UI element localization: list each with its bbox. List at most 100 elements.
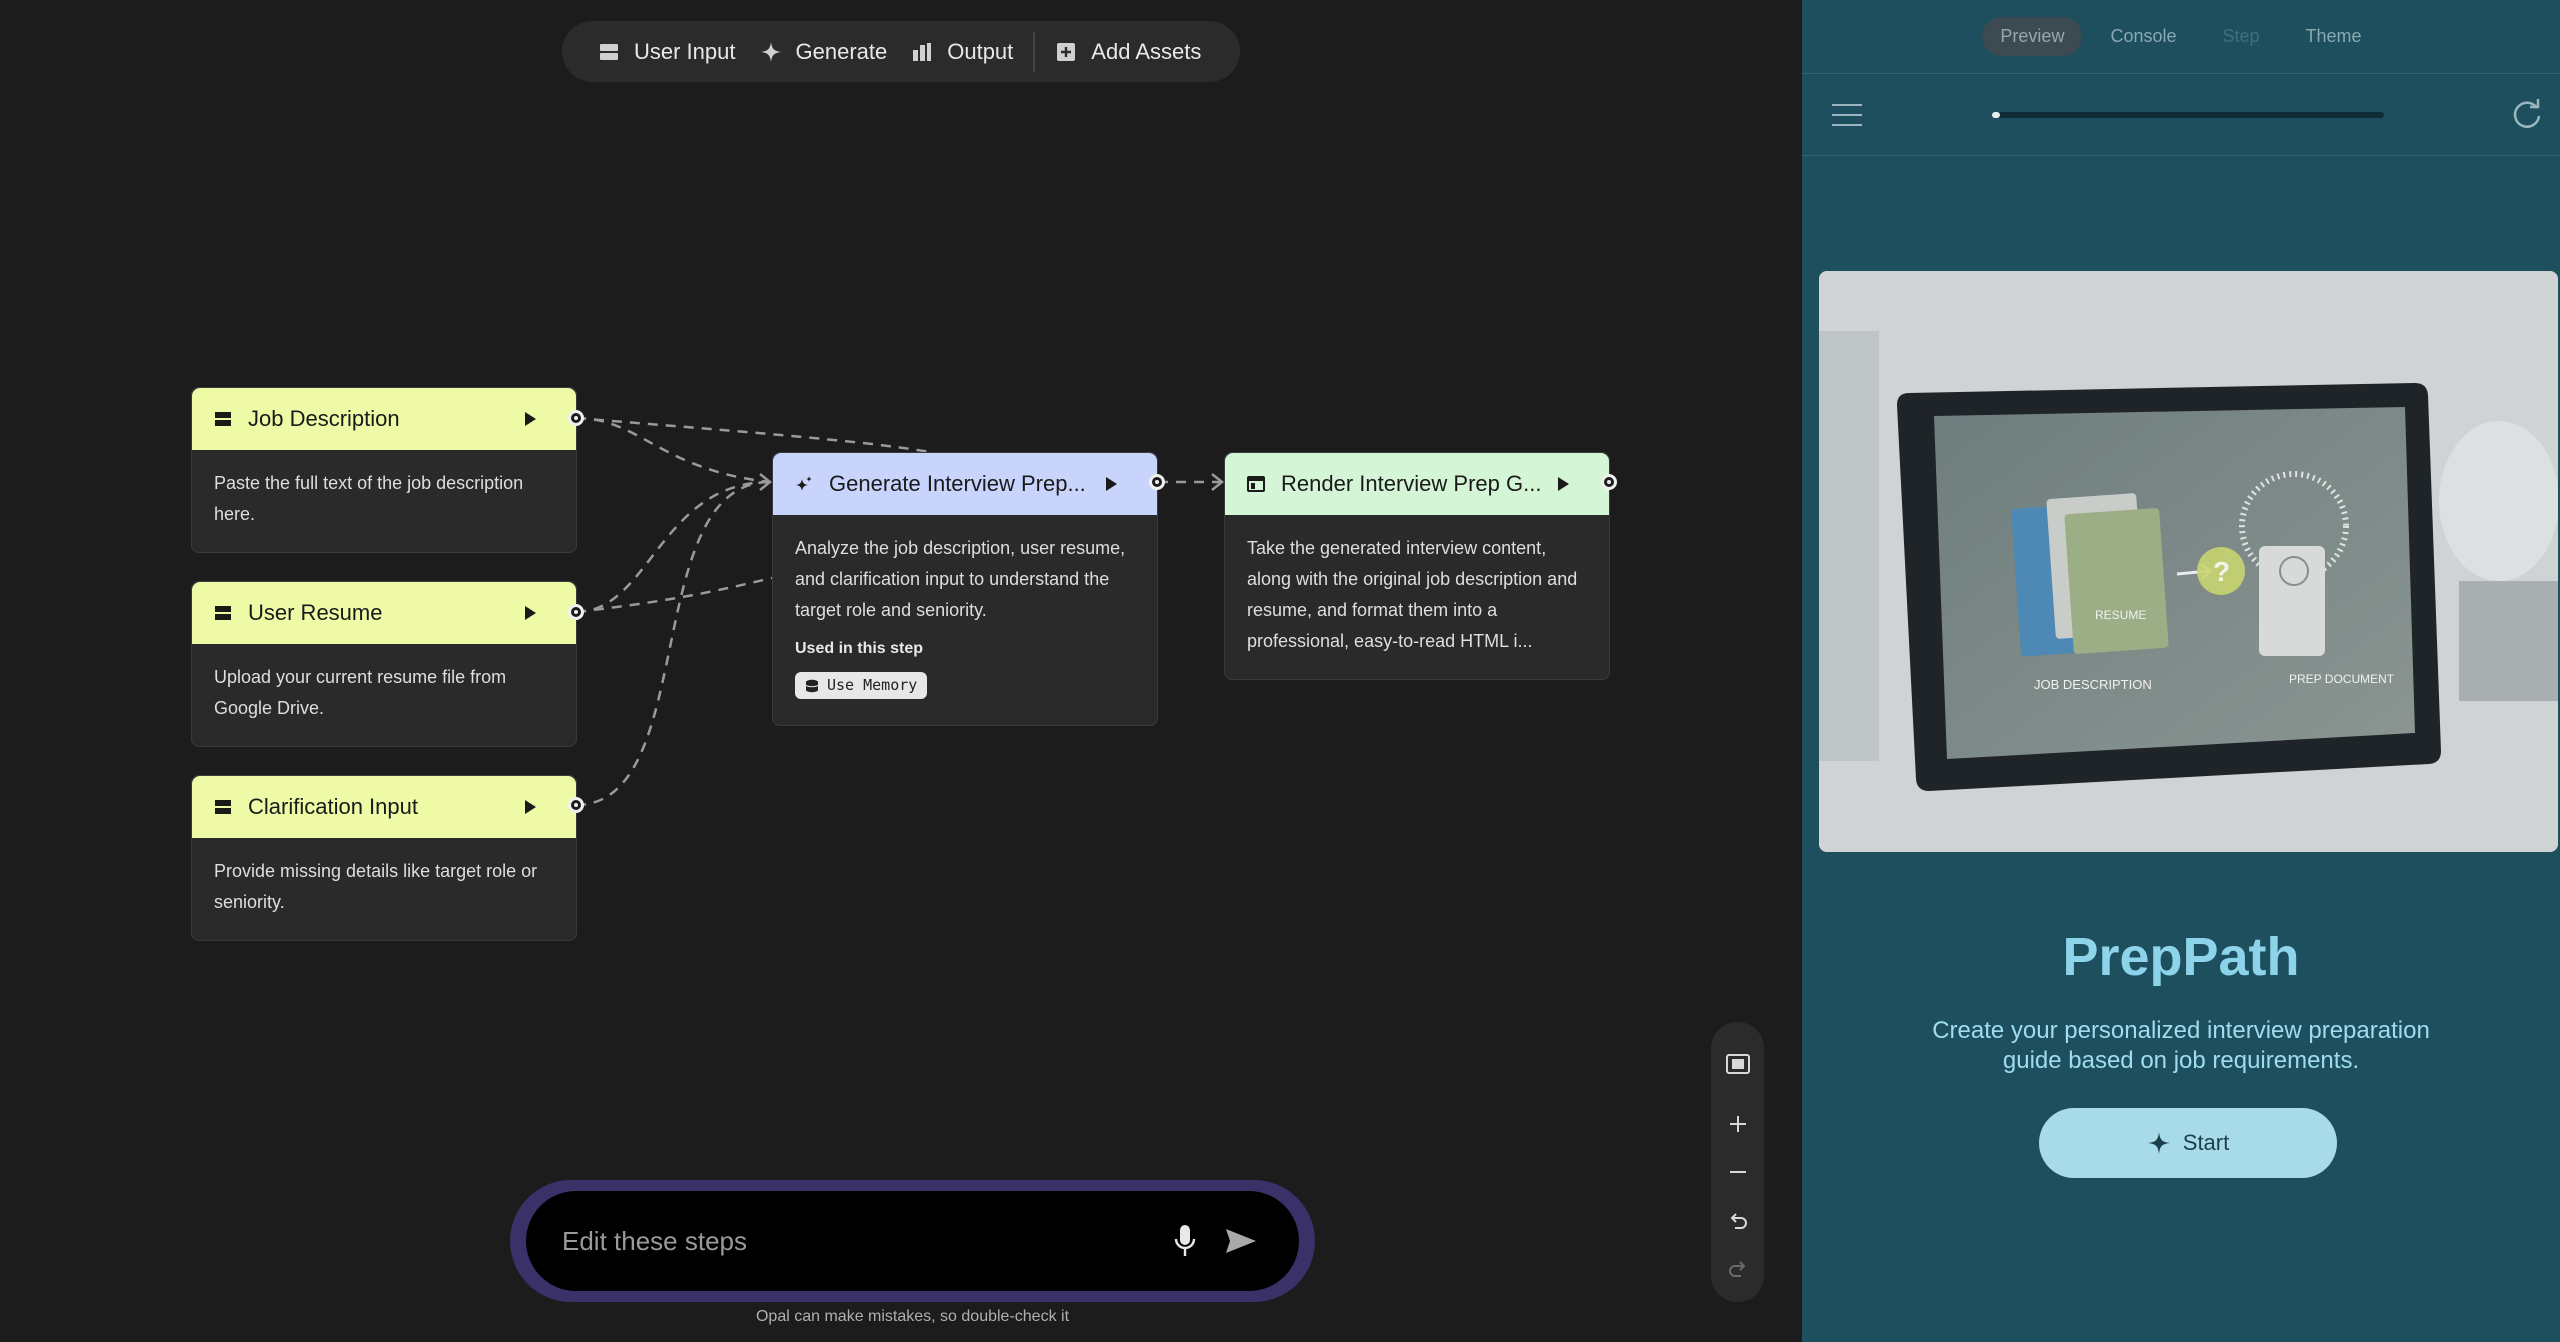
zoom-out-button[interactable] bbox=[1718, 1148, 1758, 1196]
run-icon[interactable] bbox=[1558, 477, 1569, 491]
user-input-label: User Input bbox=[634, 38, 736, 64]
sparkle-icon bbox=[796, 476, 812, 491]
restart-icon[interactable] bbox=[2508, 96, 2546, 134]
panel-tabs: Preview Console Step Theme bbox=[1802, 0, 2560, 74]
node-description: Analyze the job description, user resume… bbox=[795, 538, 1126, 620]
add-assets-label: Add Assets bbox=[1091, 38, 1202, 64]
run-icon[interactable] bbox=[1106, 477, 1117, 491]
redo-button[interactable] bbox=[1718, 1244, 1758, 1292]
add-box-icon bbox=[1057, 42, 1076, 61]
wire-job-to-render bbox=[575, 416, 931, 454]
flow-canvas[interactable]: User Input Generate Output Add Assets Jo… bbox=[0, 0, 1802, 1342]
output-label: Output bbox=[947, 38, 1014, 64]
hero-label-prep: PREP DOCUMENT bbox=[2289, 672, 2395, 686]
microphone-button[interactable] bbox=[1163, 1219, 1207, 1263]
run-icon[interactable] bbox=[525, 606, 536, 620]
node-header[interactable]: User Resume bbox=[192, 582, 576, 644]
output-button[interactable]: Output bbox=[899, 29, 1025, 75]
menu-icon[interactable] bbox=[1832, 103, 1862, 126]
preview-app-bar bbox=[1802, 74, 2560, 156]
node-header[interactable]: Render Interview Prep G... bbox=[1225, 453, 1609, 515]
send-icon bbox=[1226, 1229, 1256, 1253]
wire-resume-to-generate bbox=[575, 480, 771, 614]
generate-label: Generate bbox=[795, 38, 888, 64]
output-port[interactable] bbox=[568, 604, 584, 620]
prompt-container bbox=[510, 1180, 1315, 1302]
progress-fill bbox=[1992, 112, 2000, 118]
node-header[interactable]: Generate Interview Prep... bbox=[773, 453, 1157, 515]
microphone-icon bbox=[1174, 1225, 1196, 1256]
svg-text:?: ? bbox=[2213, 556, 2230, 587]
tab-theme[interactable]: Theme bbox=[2288, 17, 2380, 56]
node-title: Job Description bbox=[248, 406, 400, 431]
node-job-description[interactable]: Job Description Paste the full text of t… bbox=[191, 387, 577, 553]
wire-job-to-generate bbox=[575, 416, 771, 484]
hero-label-job: JOB DESCRIPTION bbox=[2034, 677, 2152, 692]
generate-button[interactable]: Generate bbox=[748, 29, 900, 75]
sparkle-icon bbox=[2147, 1132, 2170, 1154]
run-icon[interactable] bbox=[525, 800, 536, 814]
node-user-resume[interactable]: User Resume Upload your current resume f… bbox=[191, 581, 577, 747]
toolbar-divider bbox=[1033, 31, 1036, 72]
output-port[interactable] bbox=[568, 797, 584, 813]
hero-image: ? RESUME JOB DESCRIPTION PREP DOCUMENT bbox=[1819, 271, 2558, 852]
undo-button[interactable] bbox=[1718, 1196, 1758, 1244]
node-title: Render Interview Prep G... bbox=[1281, 471, 1542, 496]
node-description: Take the generated interview content, al… bbox=[1247, 538, 1578, 651]
send-button[interactable] bbox=[1219, 1219, 1263, 1263]
redo-icon bbox=[1728, 1261, 1745, 1277]
user-input-icon bbox=[600, 43, 618, 60]
app-title: PrepPath bbox=[2062, 927, 2300, 987]
disclaimer-text: Opal can make mistakes, so double-check … bbox=[755, 1308, 1070, 1325]
input-icon bbox=[215, 412, 231, 426]
memory-chip-label: Use Memory bbox=[827, 676, 918, 694]
tab-console[interactable]: Console bbox=[2092, 17, 2194, 56]
input-icon bbox=[215, 800, 231, 814]
node-render-interview-prep[interactable]: Render Interview Prep G... Take the gene… bbox=[1224, 452, 1610, 680]
node-title: Clarification Input bbox=[248, 794, 418, 819]
node-header[interactable]: Job Description bbox=[192, 388, 576, 450]
zoom-in-button[interactable] bbox=[1718, 1100, 1758, 1148]
start-label: Start bbox=[2182, 1130, 2230, 1155]
memory-chip[interactable]: Use Memory bbox=[795, 672, 928, 699]
run-progress-bar bbox=[1992, 112, 2384, 118]
wire-clarify-to-generate bbox=[575, 480, 771, 807]
node-body: Analyze the job description, user resume… bbox=[773, 515, 1157, 725]
node-description: Paste the full text of the job descripti… bbox=[214, 473, 524, 524]
node-title: User Resume bbox=[248, 600, 383, 625]
database-icon bbox=[805, 679, 819, 692]
edit-steps-input[interactable] bbox=[562, 1225, 1151, 1257]
sparkle-icon bbox=[760, 41, 781, 62]
web-output-icon bbox=[1247, 476, 1265, 492]
node-generate-interview-prep[interactable]: Generate Interview Prep... Analyze the j… bbox=[772, 452, 1158, 726]
fit-view-icon bbox=[1725, 1054, 1750, 1074]
user-input-button[interactable]: User Input bbox=[586, 29, 748, 75]
output-port[interactable] bbox=[1149, 474, 1165, 490]
start-button[interactable]: Start bbox=[2039, 1108, 2337, 1178]
tab-step[interactable]: Step bbox=[2205, 17, 2278, 56]
preview-panel: Preview Console Step Theme ? RESUME JOB … bbox=[1802, 0, 2560, 1342]
node-description: Provide missing details like target role… bbox=[214, 861, 538, 912]
node-header[interactable]: Clarification Input bbox=[192, 776, 576, 838]
output-chart-icon bbox=[913, 42, 932, 61]
used-in-step-label: Used in this step bbox=[795, 640, 924, 657]
run-icon[interactable] bbox=[525, 412, 536, 426]
hero-label-resume: RESUME bbox=[2095, 608, 2146, 622]
app-description: Create your personalized interview prepa… bbox=[1932, 1017, 2430, 1074]
tablet-illustration: ? RESUME JOB DESCRIPTION PREP DOCUMENT bbox=[1819, 271, 2558, 852]
input-icon bbox=[215, 606, 231, 620]
prompt-bar bbox=[526, 1191, 1299, 1291]
node-clarification-input[interactable]: Clarification Input Provide missing deta… bbox=[191, 775, 577, 941]
undo-icon bbox=[1730, 1213, 1747, 1229]
plus-icon bbox=[1729, 1116, 1746, 1132]
node-description: Upload your current resume file from Goo… bbox=[214, 667, 507, 718]
wire-resume-to-render bbox=[575, 576, 773, 614]
node-toolbar: User Input Generate Output Add Assets bbox=[562, 21, 1240, 82]
fit-view-button[interactable] bbox=[1718, 1040, 1758, 1088]
minus-icon bbox=[1729, 1171, 1746, 1173]
zoom-controls bbox=[1711, 1022, 1764, 1302]
tab-preview[interactable]: Preview bbox=[1982, 17, 2083, 56]
output-port[interactable] bbox=[1601, 474, 1617, 490]
output-port[interactable] bbox=[568, 410, 584, 426]
add-assets-button[interactable]: Add Assets bbox=[1043, 29, 1213, 75]
